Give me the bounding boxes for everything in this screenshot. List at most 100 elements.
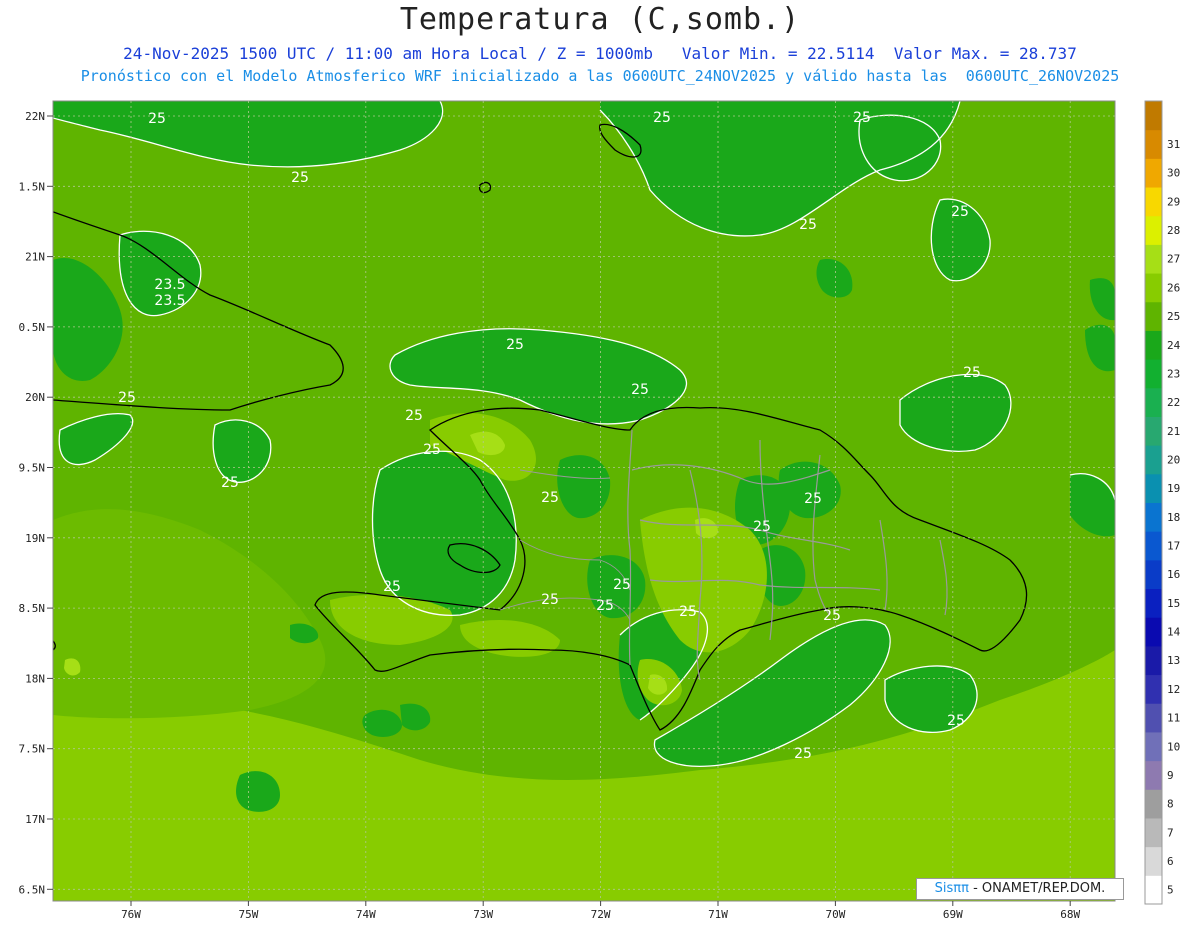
- contour-label: 25: [613, 577, 631, 593]
- colorbar-label: 25: [1167, 310, 1180, 323]
- sispi-logo: Sisππ: [934, 881, 969, 896]
- colorbar-label: 12: [1167, 683, 1180, 696]
- contour-label: 25: [118, 390, 136, 406]
- contour-label: 25: [383, 579, 401, 595]
- contour-label: 25: [794, 746, 812, 762]
- colorbar-swatch: [1145, 330, 1162, 360]
- colorbar-swatch: [1145, 273, 1162, 303]
- contour-label: 25: [853, 110, 871, 126]
- lon-label: 75W: [238, 908, 258, 921]
- colorbar-swatch: [1145, 731, 1162, 762]
- lon-label: 76W: [121, 908, 141, 921]
- colorbar-swatch: [1145, 129, 1162, 159]
- colorbar-label: 15: [1167, 597, 1180, 610]
- colorbar-swatch: [1145, 760, 1162, 790]
- colorbar-swatch: [1145, 101, 1162, 131]
- colorbar-swatch: [1145, 473, 1162, 503]
- lon-label: 69W: [943, 908, 963, 921]
- colorbar-swatch: [1145, 502, 1162, 532]
- colorbar-label: 11: [1167, 712, 1180, 725]
- lat-label: 6.5N: [19, 883, 46, 896]
- contour-label: 25: [541, 490, 559, 506]
- colorbar-label: 5: [1167, 884, 1174, 897]
- colorbar-label: 30: [1167, 167, 1180, 180]
- colorbar-swatch: [1145, 674, 1162, 704]
- colorbar-swatch: [1145, 846, 1162, 876]
- colorbar-swatch: [1145, 416, 1162, 446]
- colorbar-swatch: [1145, 187, 1162, 217]
- latitude-labels: 22N 1.5N 21N 0.5N 20N 9.5N 19N 8.5N 18N 7.5N 17N 6.…: [19, 110, 53, 896]
- contour-label: 25: [631, 382, 649, 398]
- colorbar-label: 17: [1167, 540, 1180, 553]
- contour-label: 25: [799, 217, 817, 233]
- colorbar-label: 16: [1167, 568, 1180, 581]
- colorbar-label: 28: [1167, 224, 1180, 237]
- lat-label: 7.5N: [19, 743, 46, 756]
- colorbar-swatch: [1145, 359, 1162, 389]
- colorbar-label: 24: [1167, 339, 1181, 352]
- colorbar-swatch: [1145, 559, 1162, 590]
- lat-label: 19N: [25, 532, 45, 545]
- lat-label: 1.5N: [19, 180, 46, 193]
- colorbar-swatch: [1145, 789, 1162, 819]
- colorbar-label: 21: [1167, 425, 1180, 438]
- lat-label: 0.5N: [19, 321, 46, 334]
- longitude-labels: 76W 75W 74W 73W 72W 71W 70W 69W 68W: [121, 901, 1081, 921]
- colorbar-swatch: [1145, 703, 1162, 733]
- colorbar-label: 19: [1167, 482, 1180, 495]
- colorbar-swatch: [1145, 244, 1162, 274]
- colorbar-label: 22: [1167, 396, 1180, 409]
- colorbar-swatch: [1145, 645, 1162, 676]
- contour-label: 25: [951, 204, 969, 220]
- colorbar-label: 29: [1167, 195, 1180, 208]
- colorbar-label: 23: [1167, 367, 1180, 380]
- colorbar-label: 20: [1167, 453, 1180, 466]
- lon-label: 71W: [708, 908, 728, 921]
- colorbar-swatch: [1145, 531, 1162, 561]
- colorbar-label: 10: [1167, 740, 1180, 753]
- colorbar-label: 9: [1167, 769, 1174, 782]
- contour-label: 23.5: [154, 293, 185, 309]
- lat-label: 21N: [25, 251, 45, 264]
- contour-label: 25: [423, 442, 441, 458]
- contour-label: 25: [753, 519, 771, 535]
- colorbar-label: 7: [1167, 826, 1174, 839]
- lat-label: 8.5N: [19, 602, 46, 615]
- lon-label: 73W: [473, 908, 493, 921]
- lat-label: 17N: [25, 813, 45, 826]
- colorbar-swatch: [1145, 158, 1162, 188]
- colorbar-swatch: [1145, 387, 1162, 417]
- colorbar-label: 8: [1167, 798, 1174, 811]
- contour-label: 25: [653, 110, 671, 126]
- colorbar-label: 26: [1167, 281, 1180, 294]
- colorbar-swatch: [1145, 301, 1162, 331]
- lat-label: 9.5N: [19, 462, 46, 475]
- temperature-colorbar: 5 6 7 8 9 10 11 12 13 14 15 16 17 18 19 20 21 22 23 24 25 26 2…: [1144, 100, 1181, 905]
- colorbar-swatch: [1145, 617, 1162, 647]
- lat-label: 20N: [25, 391, 45, 404]
- colorbar-label: 6: [1167, 855, 1174, 868]
- contour-label: 25: [148, 111, 166, 127]
- contour-label: 25: [405, 408, 423, 424]
- colorbar-swatch: [1145, 588, 1162, 618]
- contour-label: 25: [291, 170, 309, 186]
- contour-label: 25: [596, 598, 614, 614]
- contour-label: 25: [804, 491, 822, 507]
- lon-label: 70W: [825, 908, 845, 921]
- colorbar-label: 31: [1167, 138, 1180, 151]
- contour-label: 25: [963, 365, 981, 381]
- credit-box: Sisππ - ONAMET/REP.DOM.: [916, 878, 1124, 900]
- contour-label: 25: [221, 475, 239, 491]
- colorbar-swatch: [1145, 215, 1162, 245]
- contour-label: 25: [679, 604, 697, 620]
- colorbar-label: 14: [1167, 626, 1181, 639]
- lat-label: 18N: [25, 672, 45, 685]
- lon-label: 72W: [591, 908, 611, 921]
- contour-label: 25: [541, 592, 559, 608]
- colorbar-swatch: [1145, 817, 1162, 848]
- colorbar-label: 27: [1167, 253, 1180, 266]
- contour-label: 23.5: [154, 277, 185, 293]
- contour-label: 25: [823, 608, 841, 624]
- colorbar-label: 18: [1167, 511, 1180, 524]
- contour-label: 25: [947, 713, 965, 729]
